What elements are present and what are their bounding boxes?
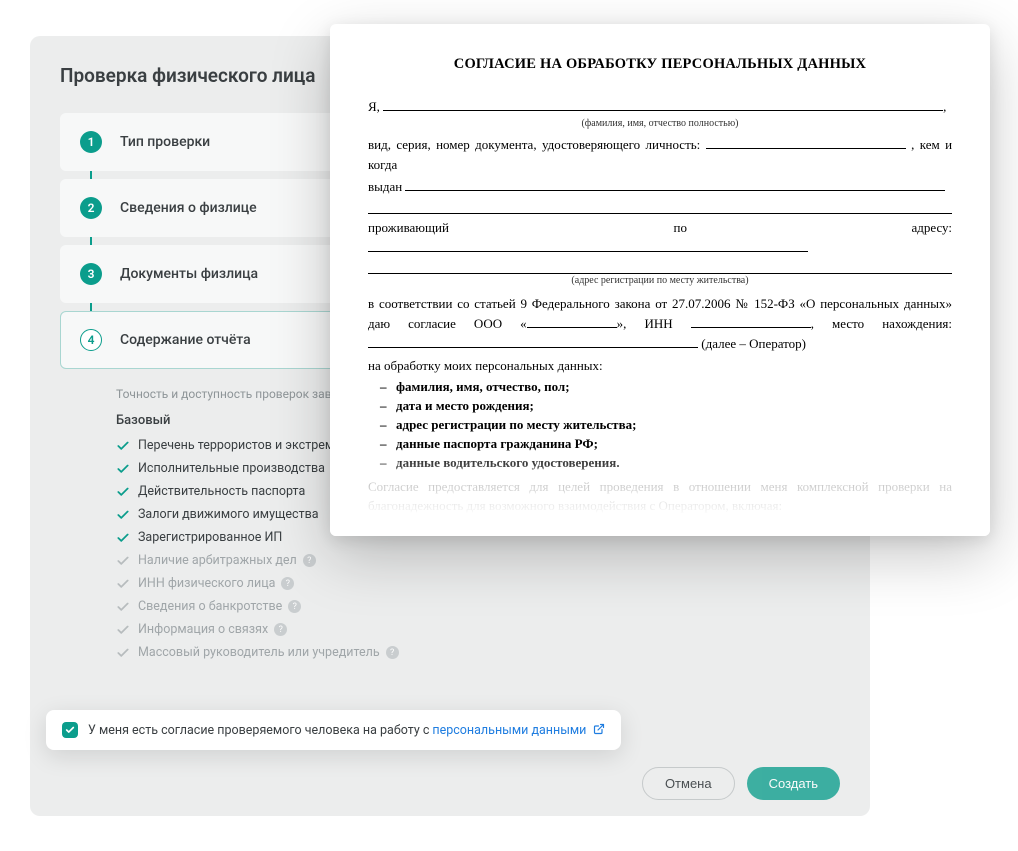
list-item-label: Информация о связях bbox=[138, 622, 268, 637]
info-icon[interactable]: ? bbox=[274, 623, 287, 636]
create-button[interactable]: Создать bbox=[747, 767, 840, 800]
doc-line-address: проживающий по адресу: bbox=[368, 218, 952, 258]
info-icon[interactable]: ? bbox=[281, 577, 294, 590]
doc-processing-intro: на обработку моих персональных данных: bbox=[368, 356, 952, 376]
consent-document: СОГЛАСИЕ НА ОБРАБОТКУ ПЕРСОНАЛЬНЫХ ДАННЫ… bbox=[330, 24, 990, 536]
check-icon bbox=[116, 439, 130, 453]
list-item-label: Наличие арбитражных дел bbox=[138, 553, 297, 568]
doc-law-paragraph: в соответствии со статьей 9 Федерального… bbox=[368, 294, 952, 354]
doc-line-name: Я, , bbox=[368, 97, 952, 117]
doc-list-item: дата и место рождения; bbox=[396, 397, 952, 416]
doc-line-doc: вид, серия, номер документа, удостоверяю… bbox=[368, 135, 952, 175]
step-badge: 4 bbox=[80, 329, 102, 351]
doc-purpose-paragraph: Согласие предоставляется для целей прове… bbox=[368, 477, 952, 516]
doc-caption-fio: (фамилия, имя, отчество полностью) bbox=[368, 118, 952, 129]
check-icon bbox=[116, 577, 130, 591]
doc-list-item: данные паспорта гражданина РФ; bbox=[396, 435, 952, 454]
list-item-label: Массовый руководитель или учредитель bbox=[138, 645, 380, 660]
check-icon bbox=[65, 725, 75, 735]
doc-text: (далее – Оператор) bbox=[701, 336, 806, 351]
doc-text: , место нахождения: bbox=[811, 316, 952, 331]
doc-list-item: адрес регистрации по месту жительства; bbox=[396, 416, 952, 435]
list-item: Информация о связях ? bbox=[116, 622, 820, 637]
doc-faded-list: поиск в реестре недействительных паспорт… bbox=[368, 516, 952, 536]
check-icon bbox=[116, 508, 130, 522]
info-icon[interactable]: ? bbox=[386, 646, 399, 659]
doc-label: проживающий по адресу: bbox=[368, 220, 952, 235]
check-icon bbox=[116, 646, 130, 660]
link-text: персональными данными bbox=[432, 723, 586, 738]
doc-list-item: нахождения в розыске; bbox=[396, 534, 952, 536]
check-icon bbox=[116, 485, 130, 499]
doc-line-issued: выдан bbox=[368, 177, 952, 197]
doc-label: Я, bbox=[368, 99, 380, 114]
cancel-button[interactable]: Отмена bbox=[642, 767, 735, 800]
doc-bold-list: фамилия, имя, отчество, пол; дата и мест… bbox=[368, 378, 952, 472]
list-item: ИНН физического лица ? bbox=[116, 576, 820, 591]
doc-list-item: поиск в реестре недействительных паспорт… bbox=[396, 516, 952, 535]
step-label: Сведения о физлице bbox=[120, 200, 257, 216]
list-item-label: Действительность паспорта bbox=[138, 484, 305, 499]
step-label: Тип проверки bbox=[120, 134, 210, 150]
list-item: Сведения о банкротстве ? bbox=[116, 599, 820, 614]
check-icon bbox=[116, 462, 130, 476]
doc-caption-addr: (адрес регистрации по месту жительства) bbox=[368, 275, 952, 286]
info-icon[interactable]: ? bbox=[303, 554, 316, 567]
fill-line bbox=[368, 200, 952, 214]
step-label: Документы физлица bbox=[120, 266, 258, 282]
info-icon[interactable]: ? bbox=[288, 600, 301, 613]
consent-pill: У меня есть согласие проверяемого челове… bbox=[46, 710, 621, 750]
doc-list-item: фамилия, имя, отчество, пол; bbox=[396, 378, 952, 397]
consent-text: У меня есть согласие проверяемого челове… bbox=[88, 723, 429, 738]
list-item: Массовый руководитель или учредитель ? bbox=[116, 645, 820, 660]
doc-list-item: данные водительского удостоверения. bbox=[396, 454, 952, 473]
list-item-label: ИНН физического лица bbox=[138, 576, 275, 591]
consent-checkbox[interactable] bbox=[62, 722, 78, 738]
personal-data-link[interactable]: персональными данными bbox=[432, 723, 604, 738]
check-icon bbox=[116, 600, 130, 614]
check-icon bbox=[116, 554, 130, 568]
list-item: Наличие арбитражных дел ? bbox=[116, 553, 820, 568]
step-label: Содержание отчёта bbox=[120, 332, 251, 348]
check-icon bbox=[116, 531, 130, 545]
doc-text: », ИНН bbox=[617, 316, 673, 331]
footer-actions: Отмена Создать bbox=[642, 767, 840, 800]
check-icon bbox=[116, 623, 130, 637]
list-item-label: Зарегистрированное ИП bbox=[138, 530, 282, 545]
doc-label: выдан bbox=[368, 179, 402, 194]
step-badge: 2 bbox=[80, 197, 102, 219]
list-item-label: Исполнительные производства bbox=[138, 461, 325, 476]
step-badge: 1 bbox=[80, 131, 102, 153]
external-link-icon bbox=[593, 723, 605, 735]
list-item-label: Залоги движимого имущества bbox=[138, 507, 319, 522]
doc-title: СОГЛАСИЕ НА ОБРАБОТКУ ПЕРСОНАЛЬНЫХ ДАННЫ… bbox=[368, 56, 952, 73]
list-item-label: Сведения о банкротстве bbox=[138, 599, 282, 614]
doc-label: вид, серия, номер документа, удостоверяю… bbox=[368, 137, 700, 152]
step-badge: 3 bbox=[80, 263, 102, 285]
fill-line bbox=[368, 260, 952, 274]
